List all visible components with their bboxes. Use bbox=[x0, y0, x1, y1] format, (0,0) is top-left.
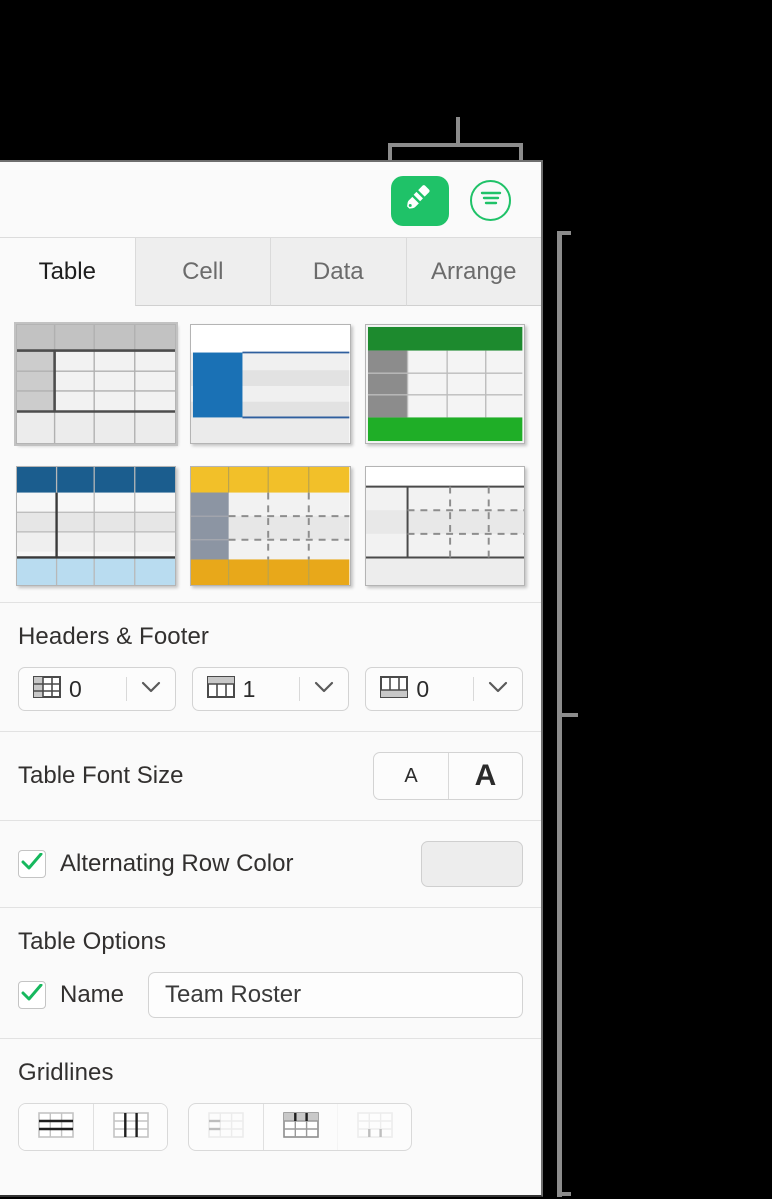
grid-header-vertical-icon bbox=[282, 1111, 319, 1143]
footer-rows-stepper[interactable]: 0 bbox=[365, 667, 524, 711]
headers-footer-section: Headers & Footer 0 1 0 bbox=[0, 603, 541, 732]
tab-arrange[interactable]: Arrange bbox=[405, 238, 541, 306]
table-name-input[interactable]: Team Roster bbox=[148, 972, 523, 1018]
header-rows-stepper[interactable]: 1 bbox=[191, 667, 350, 711]
header-rows-chevron[interactable] bbox=[300, 680, 348, 698]
tab-label: Cell bbox=[182, 257, 224, 285]
gridlines-group-primary bbox=[18, 1103, 168, 1151]
table-style-option[interactable] bbox=[190, 324, 351, 444]
gridlines-vertical-button[interactable] bbox=[93, 1104, 167, 1150]
table-style-option[interactable] bbox=[364, 466, 525, 586]
gridlines-group-secondary bbox=[188, 1103, 412, 1151]
chevron-down-icon bbox=[314, 680, 334, 698]
table-style-option[interactable] bbox=[13, 322, 179, 446]
header-rows-icon bbox=[206, 675, 235, 703]
tab-label: Arrange bbox=[431, 257, 517, 285]
chevron-down-icon bbox=[488, 680, 508, 698]
header-columns-value: 0 bbox=[69, 675, 82, 702]
table-style-grid bbox=[0, 306, 541, 603]
paintbrush-icon bbox=[403, 182, 437, 221]
increase-font-size-button[interactable]: A bbox=[448, 753, 522, 799]
headers-footer-title: Headers & Footer bbox=[18, 623, 210, 650]
header-rows-value: 1 bbox=[242, 675, 256, 702]
gridlines-title: Gridlines bbox=[18, 1059, 114, 1086]
headers-footer-steppers: 0 1 0 bbox=[18, 667, 524, 711]
callout-bracket-right-stem bbox=[561, 713, 578, 717]
gridlines-horizontal-button[interactable] bbox=[19, 1104, 93, 1150]
table-font-size-section: Table Font Size A A bbox=[0, 732, 541, 821]
table-options-title: Table Options bbox=[18, 928, 167, 955]
table-style-option[interactable] bbox=[16, 466, 177, 586]
table-font-size-label: Table Font Size bbox=[18, 762, 184, 789]
header-columns-chevron[interactable] bbox=[127, 680, 175, 698]
table-style-option[interactable] bbox=[364, 324, 525, 444]
alternating-row-color-swatch[interactable] bbox=[421, 841, 523, 887]
callout-bracket-right-bottom-tick bbox=[557, 1192, 571, 1196]
format-menu-button[interactable] bbox=[470, 180, 511, 221]
footer-rows-value: 0 bbox=[416, 675, 430, 702]
alternating-row-color-label: Alternating Row Color bbox=[60, 850, 294, 877]
panel-toolbar bbox=[0, 162, 541, 238]
panel-tabs: Table Cell Data Arrange bbox=[0, 238, 541, 306]
callout-bracket-right-top-tick bbox=[557, 231, 571, 235]
list-lines-circle-icon bbox=[479, 188, 503, 213]
alternating-row-color-section: Alternating Row Color bbox=[0, 821, 541, 908]
gridlines-header-horizontal-button[interactable] bbox=[189, 1104, 263, 1150]
tab-label: Table bbox=[38, 257, 96, 285]
tab-label: Data bbox=[312, 257, 364, 285]
decrease-font-size-button[interactable]: A bbox=[374, 753, 448, 799]
header-columns-icon bbox=[33, 675, 61, 703]
tab-table[interactable]: Table bbox=[0, 238, 135, 306]
grid-footer-vertical-icon bbox=[356, 1111, 393, 1143]
footer-rows-chevron[interactable] bbox=[474, 680, 522, 698]
footer-rows-icon bbox=[380, 675, 409, 703]
callout-bracket-top-stem bbox=[456, 117, 460, 144]
grid-horizontal-icon bbox=[38, 1111, 74, 1143]
tab-cell[interactable]: Cell bbox=[134, 238, 270, 306]
format-paintbrush-button[interactable] bbox=[391, 176, 449, 226]
callout-bracket-top-right-tick bbox=[519, 143, 523, 160]
checkmark-icon bbox=[21, 983, 43, 1007]
gridlines-footer-vertical-button[interactable] bbox=[337, 1104, 411, 1150]
gridlines-section: Gridlines bbox=[0, 1039, 541, 1171]
table-name-label: Name bbox=[60, 981, 125, 1008]
tab-data[interactable]: Data bbox=[270, 238, 406, 306]
table-style-option[interactable] bbox=[190, 466, 351, 586]
grid-vertical-icon bbox=[112, 1111, 149, 1143]
alternating-row-color-checkbox[interactable] bbox=[18, 850, 46, 878]
chevron-down-icon bbox=[141, 680, 161, 698]
screenshot-root: Table Cell Data Arrange Headers & Footer… bbox=[0, 0, 772, 1199]
gridlines-header-vertical-button[interactable] bbox=[263, 1104, 337, 1150]
grid-header-horizontal-icon bbox=[208, 1111, 244, 1143]
callout-bracket-top-left-tick bbox=[388, 143, 392, 160]
checkmark-icon bbox=[21, 852, 43, 876]
table-options-section: Table Options Name Team Roster bbox=[0, 908, 541, 1039]
table-font-size-control: A A bbox=[373, 752, 523, 800]
header-columns-stepper[interactable]: 0 bbox=[18, 667, 176, 711]
table-name-checkbox[interactable] bbox=[18, 981, 46, 1009]
format-panel: Table Cell Data Arrange Headers & Footer… bbox=[0, 160, 543, 1197]
